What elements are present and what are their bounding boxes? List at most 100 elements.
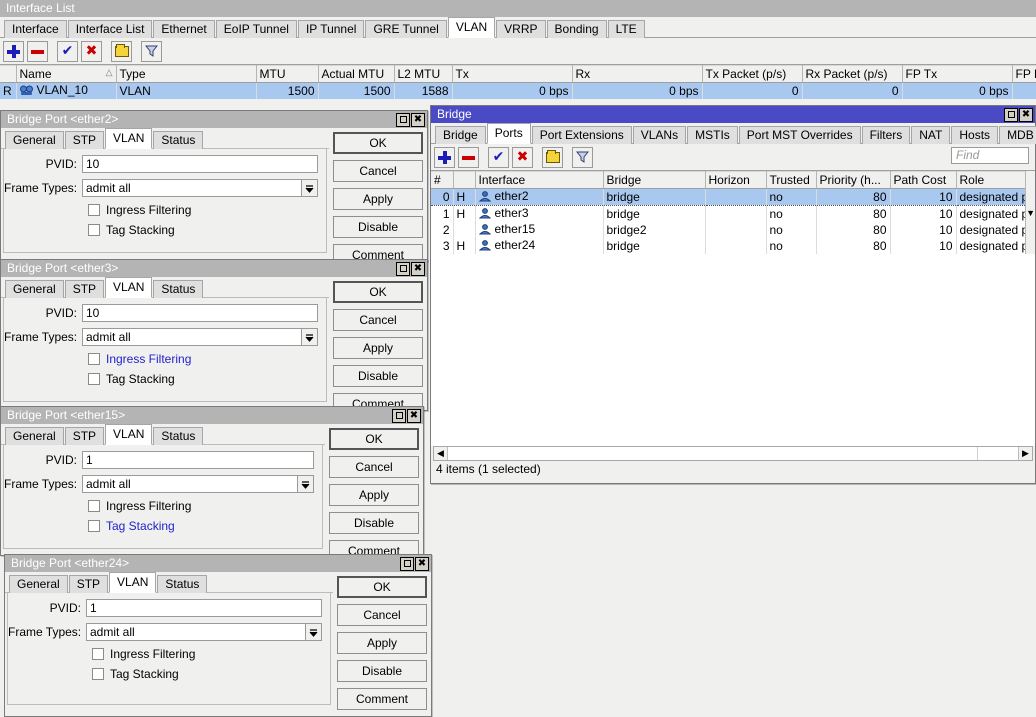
scroll-thumb[interactable] [448, 447, 1018, 460]
apply-button[interactable]: Apply [337, 632, 427, 654]
close-icon[interactable]: ✖ [411, 261, 425, 276]
tab-status[interactable]: Status [153, 131, 204, 149]
add-button[interactable] [3, 40, 24, 62]
close-icon[interactable]: ✖ [411, 112, 425, 127]
scroll-right-icon[interactable]: ▶ [1018, 447, 1032, 460]
col-l2-mtu[interactable]: L2 MTU [394, 65, 453, 83]
maximize-button[interactable] [1004, 107, 1018, 122]
frame-types-input[interactable]: admit all [82, 475, 297, 493]
col-path-cost[interactable]: Path Cost [890, 171, 957, 189]
col-index[interactable]: # [431, 171, 454, 189]
col-fp-rx[interactable]: FP Rx [1012, 65, 1036, 83]
cancel-button[interactable]: Cancel [333, 160, 423, 182]
horizontal-scrollbar[interactable]: ◀ ▶ [433, 446, 1033, 461]
frame-types-input[interactable]: admit all [82, 179, 301, 197]
col-flag[interactable] [453, 171, 476, 189]
disable-button[interactable]: Disable [329, 512, 419, 534]
ingress-filtering-checkbox[interactable] [88, 204, 100, 216]
tag-stacking-row[interactable]: Tag Stacking [92, 667, 322, 681]
tab-vlan[interactable]: VLAN [447, 17, 496, 38]
col-tx-pps[interactable]: Tx Packet (p/s) [702, 65, 803, 83]
enable-button[interactable]: ✔ [488, 146, 509, 168]
pvid-input[interactable]: 10 [82, 155, 318, 173]
frame-types-input[interactable]: admit all [86, 623, 305, 641]
disable-button[interactable]: ✖ [81, 40, 102, 62]
frame-types-input[interactable]: admit all [82, 328, 301, 346]
comment-button[interactable] [542, 146, 563, 168]
close-icon[interactable]: ✖ [1019, 107, 1033, 122]
disable-button[interactable]: Disable [333, 216, 423, 238]
tab-bridge[interactable]: Bridge [435, 126, 486, 144]
apply-button[interactable]: Apply [333, 337, 423, 359]
add-button[interactable] [434, 146, 455, 168]
tab-mstis[interactable]: MSTIs [687, 126, 738, 144]
ingress-filtering-row[interactable]: Ingress Filtering [88, 499, 314, 513]
tab-port-mst-overrides[interactable]: Port MST Overrides [738, 126, 861, 144]
remove-button[interactable] [27, 40, 48, 62]
tag-stacking-checkbox[interactable] [88, 373, 100, 385]
tab-status[interactable]: Status [157, 575, 208, 593]
enable-button[interactable]: ✔ [57, 40, 78, 62]
table-row[interactable]: 1 H ether3 bridge no 80 10 designated po… [431, 205, 1026, 222]
close-icon[interactable]: ✖ [407, 408, 421, 423]
tab-general[interactable]: General [5, 427, 64, 445]
tab-status[interactable]: Status [153, 427, 204, 445]
col-tx[interactable]: Tx [452, 65, 573, 83]
maximize-button[interactable] [400, 556, 414, 571]
tab-stp[interactable]: STP [64, 427, 105, 445]
tag-stacking-checkbox[interactable] [88, 224, 100, 236]
tab-port-extensions[interactable]: Port Extensions [531, 126, 632, 144]
tab-status[interactable]: Status [153, 280, 204, 298]
tab-stp[interactable]: STP [64, 131, 105, 149]
ok-button[interactable]: OK [337, 576, 427, 598]
dropdown-button[interactable] [297, 475, 314, 493]
tab-gre-tunnel[interactable]: GRE Tunnel [365, 20, 447, 38]
disable-button[interactable]: Disable [333, 365, 423, 387]
col-priority[interactable]: Priority (h... [816, 171, 891, 189]
tab-mdb[interactable]: MDB [999, 126, 1036, 144]
col-role[interactable]: Role [956, 171, 1026, 189]
tab-vlan[interactable]: VLAN [105, 128, 153, 149]
tab-stp[interactable]: STP [64, 280, 105, 298]
ingress-filtering-row[interactable]: Ingress Filtering [88, 352, 318, 366]
tab-interface[interactable]: Interface [4, 20, 67, 38]
disable-button[interactable]: Disable [337, 660, 427, 682]
ok-button[interactable]: OK [333, 281, 423, 303]
ok-button[interactable]: OK [333, 132, 423, 154]
tab-eoip-tunnel[interactable]: EoIP Tunnel [215, 20, 297, 38]
remove-button[interactable] [458, 146, 479, 168]
tag-stacking-checkbox[interactable] [92, 668, 104, 680]
col-interface[interactable]: Interface [475, 171, 604, 189]
col-horizon[interactable]: Horizon [705, 171, 767, 189]
col-actual-mtu[interactable]: Actual MTU [318, 65, 395, 83]
filter-button[interactable] [572, 146, 593, 168]
maximize-button[interactable] [396, 112, 410, 127]
tab-nat[interactable]: NAT [911, 126, 951, 144]
tab-bonding[interactable]: Bonding [546, 20, 607, 38]
search-input[interactable]: Find [951, 147, 1029, 164]
pvid-input[interactable]: 10 [82, 304, 318, 322]
tab-filters[interactable]: Filters [861, 126, 911, 144]
tab-interface-list[interactable]: Interface List [67, 20, 153, 38]
col-trusted[interactable]: Trusted [766, 171, 817, 189]
tag-stacking-row[interactable]: Tag Stacking [88, 223, 318, 237]
dropdown-button[interactable] [301, 328, 318, 346]
tab-vlans[interactable]: VLANs [632, 126, 687, 144]
cancel-button[interactable]: Cancel [333, 309, 423, 331]
col-bridge[interactable]: Bridge [603, 171, 706, 189]
col-fp-tx[interactable]: FP Tx [902, 65, 1013, 83]
ingress-filtering-row[interactable]: Ingress Filtering [88, 203, 318, 217]
table-row[interactable]: 2 ether15 bridge2 no 80 10 designated po… [431, 222, 1026, 238]
tab-ip-tunnel[interactable]: IP Tunnel [297, 20, 365, 38]
tab-lte[interactable]: LTE [607, 20, 645, 38]
col-flag[interactable] [0, 65, 17, 83]
dropdown-button[interactable] [305, 623, 322, 641]
cancel-button[interactable]: Cancel [337, 604, 427, 626]
ingress-filtering-checkbox[interactable] [88, 353, 100, 365]
tab-stp[interactable]: STP [68, 575, 109, 593]
frame-types-combo[interactable]: admit all [82, 328, 318, 346]
close-icon[interactable]: ✖ [415, 556, 429, 571]
dropdown-button[interactable] [301, 179, 318, 197]
tab-hosts[interactable]: Hosts [951, 126, 999, 144]
tab-vrrp[interactable]: VRRP [496, 20, 546, 38]
